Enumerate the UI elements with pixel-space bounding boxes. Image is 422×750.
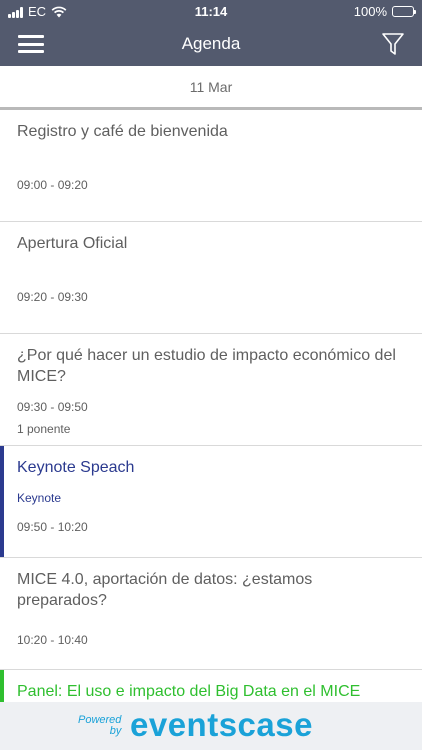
session-time: 09:00 - 09:20 <box>17 178 88 192</box>
powered-by-label: Powered by <box>78 714 122 737</box>
status-bar: EC 11:14 100% <box>0 0 422 22</box>
session-accent-bar <box>0 446 4 557</box>
session-title: Registro y café de bienvenida <box>17 123 228 140</box>
session-item[interactable]: Keynote Speach Keynote 09:50 - 10:20 <box>0 446 422 558</box>
session-time: 09:50 - 10:20 <box>17 520 88 534</box>
filter-funnel-icon[interactable] <box>381 32 405 56</box>
app-bar: Agenda <box>0 22 422 66</box>
status-right: 100% <box>353 4 416 19</box>
battery-icon <box>392 6 416 17</box>
session-item[interactable]: MICE 4.0, aportación de datos: ¿estamos … <box>0 558 422 670</box>
session-time: 09:20 - 09:30 <box>17 290 88 304</box>
session-time: 10:20 - 10:40 <box>17 633 88 647</box>
session-track: Keynote <box>17 491 62 505</box>
powered-by-banner: Powered by eventscase <box>0 702 422 750</box>
brand-logo: eventscase <box>130 706 313 743</box>
session-time: 09:30 - 09:50 <box>17 400 88 414</box>
page-title: Agenda <box>181 34 241 53</box>
session-title: MICE 4.0, aportación de datos: ¿estamos … <box>17 571 313 609</box>
date-selector[interactable]: 11 Mar <box>0 66 422 110</box>
session-title: Apertura Oficial <box>17 235 128 252</box>
session-title: ¿Por qué hacer un estudio de impacto eco… <box>17 347 396 385</box>
session-title: Panel: El uso e impacto del Big Data en … <box>17 683 361 700</box>
session-title: Keynote Speach <box>17 459 135 476</box>
session-speaker-count: 1 ponente <box>17 422 71 436</box>
session-item[interactable]: Registro y café de bienvenida 09:00 - 09… <box>0 110 422 222</box>
session-item[interactable]: ¿Por qué hacer un estudio de impacto eco… <box>0 334 422 446</box>
session-item[interactable]: Apertura Oficial 09:20 - 09:30 <box>0 222 422 334</box>
battery-percent: 100% <box>353 4 387 19</box>
